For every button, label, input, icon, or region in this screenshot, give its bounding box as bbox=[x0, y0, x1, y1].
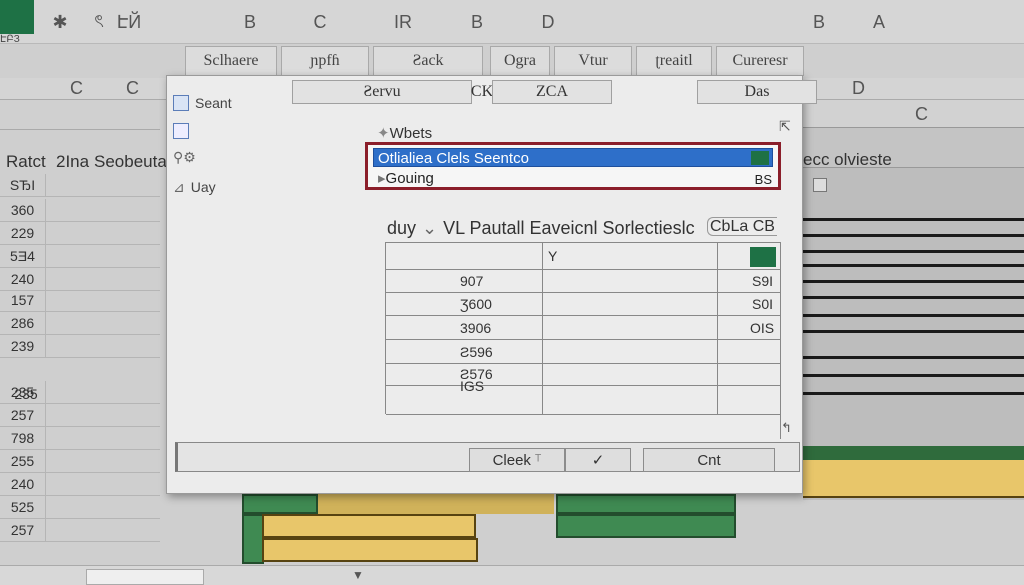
resize-icon[interactable]: ↰ bbox=[781, 420, 792, 436]
row-number[interactable]: 525 bbox=[0, 496, 46, 519]
left-header-2: Seobeuta bbox=[94, 152, 167, 171]
row-number[interactable]: 255 bbox=[0, 450, 46, 473]
column-header[interactable]: C bbox=[915, 104, 928, 125]
ribbon-tab[interactable]: ɲpfɦ bbox=[281, 46, 369, 76]
dialog-toolbar-button[interactable]: CK bbox=[471, 80, 493, 104]
list-label: ✦Wbets bbox=[377, 125, 433, 142]
ribbon-tab[interactable]: Vtur bbox=[554, 46, 632, 76]
check-button[interactable]: Cleek ᵀ bbox=[469, 448, 565, 472]
name-box[interactable]: ԷԲЗ bbox=[0, 34, 34, 48]
star-icon[interactable]: ✱ bbox=[48, 0, 72, 44]
table-row[interactable]: IGS bbox=[386, 378, 781, 415]
row-number[interactable]: 229 bbox=[0, 222, 46, 245]
table-row[interactable]: 907 S9I bbox=[386, 270, 781, 293]
table-row[interactable]: Ƨ596 bbox=[386, 340, 781, 364]
topbar-cell: A bbox=[872, 11, 885, 32]
status-bar: ▼ bbox=[0, 565, 1024, 585]
ok-button[interactable]: ✓ bbox=[565, 448, 631, 472]
cell-highlight bbox=[262, 514, 476, 538]
list-item[interactable]: ▸Gouing bbox=[378, 169, 434, 187]
row-number[interactable]: 360 bbox=[0, 199, 46, 222]
cell-highlight bbox=[556, 514, 736, 538]
chevron-down-icon[interactable]: ▼ bbox=[352, 568, 364, 582]
topbar-cell: D bbox=[541, 11, 555, 32]
cell-highlight bbox=[262, 538, 478, 562]
chart-icon: ⊿ bbox=[173, 178, 185, 195]
ribbon-tab[interactable]: Cureresr bbox=[716, 46, 804, 76]
header-band bbox=[0, 100, 160, 130]
row-number[interactable]: 257 bbox=[0, 404, 46, 427]
sidebar-item-way[interactable]: ⊿ Uay bbox=[173, 176, 216, 198]
left-header-1: 2Ina bbox=[56, 152, 90, 171]
row-number[interactable]: 239 bbox=[0, 335, 46, 358]
toolbar-strip: ✱ ৎ ԷЙ B C IR B D B A bbox=[0, 0, 1024, 44]
cell-highlight bbox=[318, 494, 554, 514]
sheet-tab[interactable] bbox=[86, 569, 204, 585]
dialog-toolbar-button[interactable]: Das bbox=[697, 80, 817, 104]
topbar-cell: ৎ bbox=[94, 10, 104, 31]
row-number[interactable]: 240 bbox=[0, 473, 46, 496]
cell-highlight bbox=[242, 514, 264, 564]
row-number[interactable]: 798 bbox=[0, 427, 46, 450]
dialog-toolbar-button[interactable]: ZCA bbox=[492, 80, 612, 104]
sidebar-item-label: Uay bbox=[190, 179, 216, 195]
topbar-cell: ԷЙ bbox=[116, 11, 142, 32]
grid-icon bbox=[173, 123, 189, 139]
topbar-cell: B bbox=[243, 11, 256, 32]
right-panel: C ecc olvieste bbox=[803, 100, 1024, 500]
ribbon-tab[interactable]: Ƨack bbox=[373, 46, 483, 76]
row-number[interactable]: 157 bbox=[0, 289, 46, 312]
right-header: ecc olvieste bbox=[803, 150, 892, 169]
topbar-cell: IR bbox=[394, 11, 412, 32]
sparkle-icon: ✦ bbox=[377, 125, 390, 142]
link-icon: ⚲⚙ bbox=[173, 148, 196, 165]
panel-tag: CbLa CB bbox=[707, 217, 777, 236]
sidebar-item-link[interactable]: ⚲⚙ bbox=[173, 146, 196, 168]
excel-logo-icon bbox=[0, 0, 34, 34]
column-header[interactable]: C bbox=[70, 78, 83, 99]
sidebar-item-grid[interactable] bbox=[173, 120, 189, 142]
column-header[interactable]: C bbox=[126, 78, 139, 99]
table-row[interactable]: Y bbox=[386, 243, 781, 270]
cancel-button[interactable]: Cnt bbox=[643, 448, 775, 472]
panel-title: duy ⌄ VL Pautall Eaveicnl Sorlectieslc bbox=[387, 218, 695, 238]
list-item-selected[interactable]: Otlialiea Clels Seentco bbox=[373, 148, 773, 167]
row-number[interactable]: 286 bbox=[0, 312, 46, 335]
table-row[interactable]: 3906 OIS bbox=[386, 316, 781, 340]
column-header[interactable]: D bbox=[852, 78, 865, 99]
table-icon bbox=[173, 95, 189, 111]
dialog-toolbar: Ƨervu CK ZCA Das bbox=[292, 80, 817, 104]
table-row[interactable]: Ƨ576 bbox=[386, 364, 781, 386]
ribbon-tab[interactable]: Sclhaere bbox=[185, 46, 277, 76]
row-label-header: Ratct bbox=[6, 152, 46, 171]
row-number[interactable]: 5Ǝ4 bbox=[0, 245, 46, 268]
options-listbox[interactable]: Otlialiea Clels Seentco ▸Gouing BS bbox=[365, 142, 781, 190]
topbar-cell: B bbox=[470, 11, 483, 32]
check-icon bbox=[751, 151, 769, 165]
scrollbar[interactable] bbox=[780, 242, 781, 439]
dialog-toolbar-button[interactable]: Ƨervu bbox=[292, 80, 472, 104]
ribbon-tab[interactable]: Ogra bbox=[490, 46, 550, 76]
cursor-icon: ⇱ bbox=[779, 118, 791, 134]
row-number[interactable]: ЅЂI bbox=[0, 174, 46, 197]
row-number[interactable]: 235 bbox=[3, 386, 49, 402]
row-number[interactable]: 240 bbox=[0, 268, 46, 291]
row-number[interactable]: 257 bbox=[0, 519, 46, 542]
sidebar-item-select[interactable]: Seant bbox=[173, 92, 232, 114]
checkbox[interactable] bbox=[813, 178, 827, 192]
cell-highlight bbox=[556, 494, 736, 514]
topbar-cell: C bbox=[313, 11, 327, 32]
list-tag: BS bbox=[754, 172, 772, 187]
table-row[interactable]: Ʒ600 S0I bbox=[386, 293, 781, 316]
ribbon-tab[interactable]: ʈreaitl bbox=[636, 46, 712, 76]
select-dialog: Ƨervu CK ZCA Das Seant ⚲⚙ ⊿ Uay ✦Wbets ⇱… bbox=[166, 75, 817, 494]
topbar-cell: B bbox=[812, 11, 825, 32]
cell-highlight bbox=[242, 494, 318, 514]
expand-icon: ⌄ bbox=[422, 218, 438, 238]
sidebar-item-label: Seant bbox=[195, 95, 232, 111]
values-table: Y 907 S9I Ʒ600 S0I 3906 OIS Ƨ596 Ƨ576 IG… bbox=[385, 242, 781, 415]
